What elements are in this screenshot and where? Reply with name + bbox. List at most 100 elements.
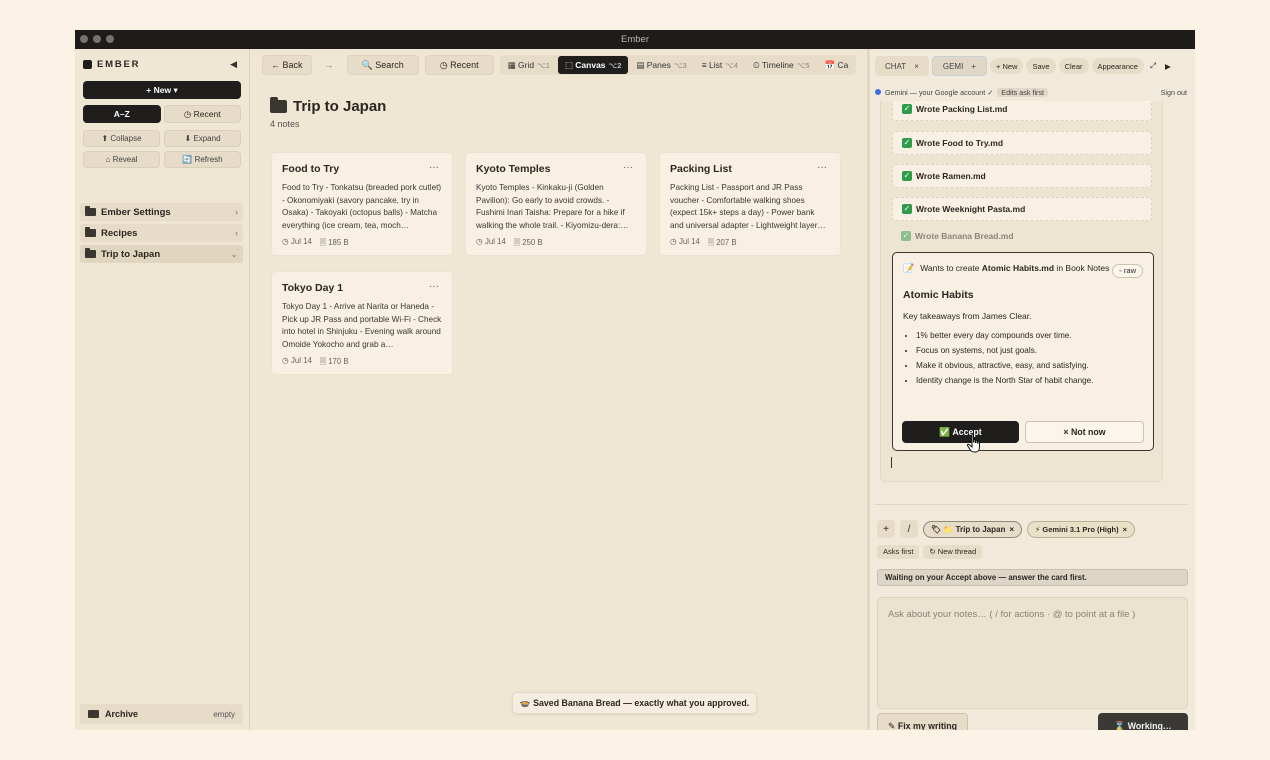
note-card[interactable]: Food to Try ··· Food to Try - Tonkatsu (…: [271, 152, 453, 256]
play-icon[interactable]: ▶: [1162, 58, 1174, 74]
memo-icon: 📝: [903, 263, 915, 273]
note-date: ◷ Jul 14: [476, 237, 506, 246]
refresh-button[interactable]: 🔄 Refresh: [164, 151, 241, 168]
slash-command-button[interactable]: /: [900, 520, 918, 538]
panel-tabs: CHAT × GEMI + + New Save Clear Appearance …: [875, 55, 1174, 77]
folder-ember-settings[interactable]: Ember Settings ›: [80, 203, 243, 221]
note-title: Tokyo Day 1: [282, 282, 344, 294]
page-title: Trip to Japan: [270, 97, 387, 115]
sort-az-button[interactable]: A–Z: [83, 105, 161, 123]
asks-first-toggle[interactable]: Asks first: [877, 545, 920, 559]
note-date: ◷ Jul 14: [282, 237, 312, 246]
raw-toggle[interactable]: ◦ raw: [1112, 264, 1143, 278]
archive-item[interactable]: Archive empty: [80, 704, 243, 724]
zoom-window-button[interactable]: [106, 35, 114, 43]
fix-writing-button[interactable]: ✎ Fix my writing: [877, 713, 968, 730]
forward-button[interactable]: →: [318, 55, 341, 75]
note-meta: ◷ Jul 14 🗏 170 B: [282, 356, 442, 369]
text-caret: [891, 457, 892, 468]
new-button[interactable]: + New ▾: [83, 81, 241, 99]
accept-button[interactable]: ✅ Accept: [902, 421, 1019, 443]
view-panes-button[interactable]: ▤ Panes ⌥3: [629, 56, 693, 74]
wrote-item: ✓ Wrote Packing List.md: [892, 101, 1152, 121]
view-calendar-button[interactable]: 📅 Ca: [818, 56, 856, 74]
sidebar: EMBER ◀ + New ▾ A–Z ◷ Recent ⬆ Collapse …: [75, 49, 250, 730]
close-icon[interactable]: ×: [914, 62, 919, 71]
new-chat-button[interactable]: + New: [989, 58, 1024, 74]
checkmark-icon: ✓: [902, 138, 912, 148]
tab-gemini[interactable]: GEMI +: [931, 56, 987, 76]
more-icon[interactable]: ···: [429, 162, 439, 173]
window-title: Ember: [621, 34, 649, 45]
note-preview: Food to Try - Tonkatsu (breaded pork cut…: [282, 183, 442, 230]
close-icon[interactable]: ×: [1009, 525, 1014, 534]
view-list-button[interactable]: ≡ List ⌥4: [695, 56, 745, 74]
composer-controls: + / 🏷 📁 Trip to Japan × ⚡ Gemini 3.1 Pro …: [877, 520, 1136, 538]
chat-transcript[interactable]: ✓ Wrote Packing List.md ✓ Wrote Food to Tr…: [880, 101, 1163, 482]
checkmark-icon: ✓: [902, 171, 912, 181]
approval-actions: ✅ Accept × Not now: [902, 421, 1144, 443]
working-button[interactable]: ⌛ Working…: [1098, 713, 1188, 730]
page-title-text: Trip to Japan: [293, 98, 387, 115]
list-item: Identity change is the North Star of hab…: [916, 373, 1143, 388]
clear-button[interactable]: Clear: [1058, 58, 1089, 74]
folder-recipes[interactable]: Recipes ›: [80, 224, 243, 242]
view-timeline-button[interactable]: ⏲ Timeline ⌥5: [746, 56, 816, 74]
appearance-button[interactable]: Appearance: [1091, 58, 1144, 74]
collapse-sidebar-icon[interactable]: ◀: [230, 59, 237, 70]
more-icon[interactable]: ···: [623, 162, 633, 173]
search-button[interactable]: 🔍 Search: [346, 55, 419, 75]
view-canvas-button[interactable]: ⬚ Canvas ⌥2: [557, 56, 629, 74]
note-date: ◷ Jul 14: [670, 237, 700, 246]
note-meta: ◷ Jul 14 🗏 207 B: [670, 237, 830, 250]
folder-icon: [85, 248, 96, 258]
expand-icon[interactable]: ⤢: [1147, 58, 1159, 74]
note-preview: Packing List - Passport and JR Pass vouc…: [670, 183, 826, 230]
folder-trip-to-japan[interactable]: Trip to Japan ⌄: [80, 245, 243, 263]
sort-recent-button[interactable]: ◷ Recent: [163, 105, 241, 123]
note-size: 🗏 250 B: [513, 238, 543, 247]
approval-header: 📝 Wants to create Atomic Habits.md in Bo…: [903, 263, 1110, 273]
collapse-button[interactable]: ⬆ Collapse: [83, 130, 160, 147]
close-icon[interactable]: ×: [1123, 525, 1127, 534]
sort-toggle: A–Z ◷ Recent: [83, 105, 241, 123]
model-pill[interactable]: ⚡ Gemini 3.1 Pro (High) ×: [1027, 520, 1136, 538]
waiting-banner: Waiting on your Accept above — answer th…: [877, 569, 1188, 586]
status-dot-icon: [875, 89, 881, 95]
more-icon[interactable]: ···: [429, 281, 439, 292]
back-button[interactable]: ← Back: [262, 55, 312, 75]
note-card[interactable]: Tokyo Day 1 ··· Tokyo Day 1 - Arrive at …: [271, 271, 453, 375]
assistant-panel: CHAT × GEMI + + New Save Clear Appearance …: [867, 49, 1195, 730]
chat-input[interactable]: Ask about your notes… ( / for actions · …: [877, 597, 1188, 709]
list-item: Make it obvious, attractive, easy, and s…: [916, 358, 1143, 373]
note-meta: ◷ Jul 14 🗏 185 B: [282, 237, 442, 250]
recent-button[interactable]: ◷ Recent: [424, 55, 494, 75]
add-tab-icon[interactable]: +: [971, 62, 976, 71]
expand-button[interactable]: ⬇ Expand: [164, 130, 241, 147]
toast-notification: 🍲 Saved Banana Bread — exactly what you …: [512, 692, 757, 714]
list-item: 1% better every day compounds over time.: [916, 328, 1143, 343]
note-size: 🗏 170 B: [319, 357, 349, 366]
reveal-button[interactable]: ⌂ Reveal: [83, 151, 160, 168]
note-card[interactable]: Kyoto Temples ··· Kyoto Temples - Kinkak…: [465, 152, 647, 256]
folder-label: Ember Settings: [101, 206, 171, 218]
tab-chat[interactable]: CHAT ×: [875, 56, 929, 76]
not-now-button[interactable]: × Not now: [1025, 421, 1144, 443]
save-button[interactable]: Save: [1026, 58, 1056, 74]
sign-out-link[interactable]: Sign out: [1161, 88, 1187, 97]
chevron-right-icon: ›: [235, 228, 238, 238]
add-icon[interactable]: +: [877, 520, 895, 538]
hand-cursor-icon: [966, 433, 980, 453]
checkmark-icon: ✓: [902, 204, 912, 214]
close-window-button[interactable]: [80, 35, 88, 43]
minimize-window-button[interactable]: [93, 35, 101, 43]
new-thread-button[interactable]: ↻ New thread: [923, 545, 983, 559]
context-pill[interactable]: 🏷 📁 Trip to Japan ×: [923, 520, 1023, 538]
approval-description: Key takeaways from James Clear.: [903, 310, 1032, 321]
note-title: Packing List: [670, 163, 732, 175]
note-card[interactable]: Packing List ··· Packing List - Passport…: [659, 152, 841, 256]
more-icon[interactable]: ···: [817, 162, 827, 173]
view-grid-button[interactable]: ▦ Grid ⌥1: [501, 56, 557, 74]
chevron-right-icon: ›: [235, 207, 238, 217]
titlebar: Ember: [75, 30, 1195, 49]
